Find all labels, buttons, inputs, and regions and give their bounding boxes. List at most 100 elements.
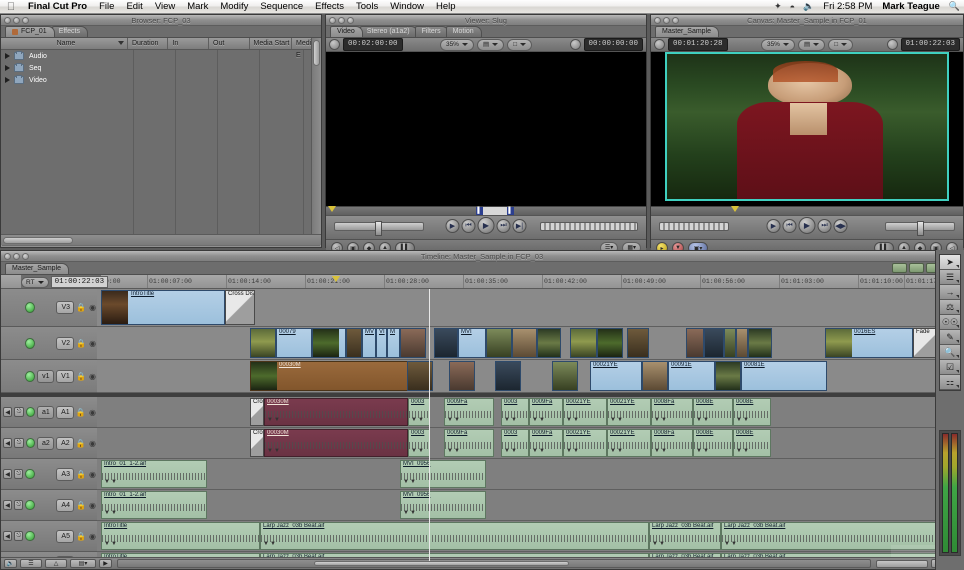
tab-motion[interactable]: Motion — [445, 26, 482, 37]
audio-clip[interactable]: ▼▼ 0003 — [501, 429, 529, 457]
track-name-a3[interactable]: A3 — [56, 467, 75, 481]
menu-item-file[interactable]: File — [93, 0, 120, 14]
shuttle-control[interactable] — [659, 222, 729, 231]
lock-icon[interactable]: 🔒 — [76, 531, 86, 542]
menu-item-mark[interactable]: Mark — [181, 0, 214, 14]
viewer-view-popup[interactable]: ▤ — [476, 38, 505, 51]
wifi-icon[interactable]: ◓ — [786, 2, 799, 12]
column-divider[interactable] — [303, 50, 304, 234]
render-status-icon-2[interactable] — [909, 263, 924, 273]
canvas-current-timecode[interactable]: 01:00:22:03 — [900, 38, 961, 51]
track-target-icon[interactable]: ◉ — [88, 371, 97, 382]
close-icon[interactable] — [329, 16, 336, 24]
zoom-icon[interactable]: 🔍 — [940, 345, 960, 360]
video-clip[interactable] — [642, 361, 668, 391]
track-visibility-led-v2[interactable] — [24, 337, 35, 349]
audio-mute-toggle-icon[interactable]: 🔈 — [4, 559, 17, 568]
canvas-view-popup[interactable]: ▤ — [797, 38, 826, 51]
lock-icon[interactable]: 🔒 — [76, 371, 86, 382]
video-clip[interactable] — [748, 328, 772, 358]
video-clip[interactable] — [346, 328, 362, 358]
audio-clip[interactable]: ▼▼ 00021YE — [563, 398, 607, 426]
track-audible-led-a4[interactable] — [25, 500, 35, 510]
linked-selection-icon[interactable]: ▶ — [99, 559, 112, 568]
column-media-start[interactable]: Media Start — [250, 38, 292, 49]
browser-window-buttons[interactable] — [4, 16, 29, 24]
video-clip[interactable] — [537, 328, 561, 358]
list-item[interactable]: Seq — [1, 62, 321, 74]
disclosure-triangle-icon[interactable] — [5, 53, 10, 59]
audio-clip[interactable]: ▼▼ 0003 — [408, 398, 430, 426]
lock-icon[interactable]: 🔒 — [76, 338, 86, 349]
video-clip[interactable]: MVI — [458, 328, 486, 358]
track-audible-led-a5[interactable] — [25, 531, 35, 541]
viewer-fit-popup[interactable]: □ — [507, 38, 533, 51]
timecode-clock-icon[interactable] — [569, 39, 581, 50]
roll-edit-icon[interactable]: → — [940, 285, 960, 300]
jog-wheel[interactable] — [334, 221, 424, 236]
audio-clip[interactable]: ▼▼ MVI_0956 — [400, 460, 486, 488]
browser-titlebar[interactable]: Browser: FCP_03 — [1, 15, 321, 26]
audio-clip[interactable]: ▼▼ Intro_01_1-2.aif — [101, 491, 207, 519]
video-clip[interactable] — [736, 328, 748, 358]
zoom-window-icon[interactable] — [672, 16, 679, 24]
minimize-icon[interactable] — [663, 16, 670, 24]
play-button[interactable]: ▶ — [798, 217, 816, 234]
menu-item-edit[interactable]: Edit — [120, 0, 148, 14]
tab-master-sample-timeline[interactable]: Master_Sample — [5, 263, 70, 274]
track-select-icon[interactable]: ☰ — [940, 270, 960, 285]
transition-cross-dissolve[interactable]: Cross Dis — [225, 290, 255, 325]
track-a2-clips[interactable]: Cros ▼▼ 00030M ▼▼ 0003 ▼▼ 0009Fa ▼▼ 0003 ▼▼ 0009Fa… — [97, 428, 963, 459]
video-clip[interactable]: MV — [362, 328, 376, 358]
audio-clip[interactable]: ▼▼ Intro_01_1-2.aif — [101, 460, 207, 488]
timeline-horizontal-scrollbar[interactable] — [117, 559, 871, 568]
track-a1-clips[interactable]: Cros ▼▼ 00030M ▼▼ 0003 ▼▼ 0009Fa ▼▼ 0003 ▼▼ 0009Fa… — [97, 397, 963, 428]
slip-edit-icon[interactable]: ⚖ — [940, 300, 960, 315]
audio-clip[interactable]: ▼▼ 0003 — [501, 398, 529, 426]
crop-icon[interactable]: ☑ — [940, 360, 960, 375]
track-v2-clips[interactable]: 00079 MV VI M MVI 0016ES Fade — [97, 327, 963, 360]
audio-solo-icon-a1[interactable]: ⎋ — [14, 407, 24, 417]
zoom-window-icon[interactable] — [347, 16, 354, 24]
audio-mute-icon-a5[interactable]: ◀ — [3, 531, 13, 541]
search-icon[interactable]: 🔍 — [945, 1, 964, 12]
tab-video[interactable]: Video — [330, 26, 363, 37]
video-clip[interactable] — [495, 361, 521, 391]
minimize-icon[interactable] — [13, 16, 20, 24]
menu-item-effects[interactable]: Effects — [309, 0, 350, 14]
menu-item-tools[interactable]: Tools — [350, 0, 384, 14]
source-track-a2[interactable]: a2 — [36, 436, 55, 450]
video-clip[interactable] — [434, 328, 458, 358]
video-clip[interactable] — [486, 328, 512, 358]
menu-item-sequence[interactable]: Sequence — [254, 0, 309, 14]
canvas-window-buttons[interactable] — [654, 16, 679, 24]
track-audible-led-a2[interactable] — [25, 438, 35, 448]
menu-item-modify[interactable]: Modify — [214, 0, 254, 14]
video-clip[interactable]: M — [387, 328, 400, 358]
column-divider[interactable] — [175, 50, 176, 234]
previous-edit-button[interactable]: ⏮ — [782, 219, 797, 233]
ruler-playhead-marker[interactable] — [330, 276, 340, 286]
audio-clip[interactable]: ▼▼ IntroTitle — [101, 522, 260, 550]
volume-icon[interactable]: 🔈 — [799, 1, 818, 12]
audio-clip[interactable]: ▼▼ 00021YE — [607, 429, 651, 457]
video-clip[interactable] — [552, 361, 578, 391]
lock-icon[interactable]: 🔒 — [76, 438, 86, 449]
video-clip[interactable]: 00091E — [668, 361, 715, 391]
disclosure-triangle-icon[interactable] — [5, 65, 10, 71]
audio-solo-icon-a5[interactable]: ⎋ — [14, 531, 24, 541]
audio-clip[interactable]: ▼▼ 00021YE — [607, 398, 651, 426]
rt-popup-button[interactable]: RT — [21, 276, 49, 288]
tab-filters[interactable]: Filters — [414, 26, 449, 37]
track-audible-led-a3[interactable] — [25, 469, 35, 479]
transition-clip[interactable]: Cros — [250, 398, 264, 426]
timecode-dial-icon[interactable] — [654, 39, 665, 50]
timeline-playhead[interactable] — [429, 289, 430, 561]
video-clip[interactable]: 0016ES — [825, 328, 913, 358]
audio-clip[interactable]: ▼▼ MVI_0956 — [400, 491, 486, 519]
video-clip[interactable] — [512, 328, 537, 358]
audio-clip[interactable]: ▼▼ 0008E — [693, 398, 733, 426]
zoom-window-icon[interactable] — [22, 252, 29, 260]
menu-item-view[interactable]: View — [149, 0, 181, 14]
previous-edit-button[interactable]: ⏮ — [461, 219, 476, 233]
